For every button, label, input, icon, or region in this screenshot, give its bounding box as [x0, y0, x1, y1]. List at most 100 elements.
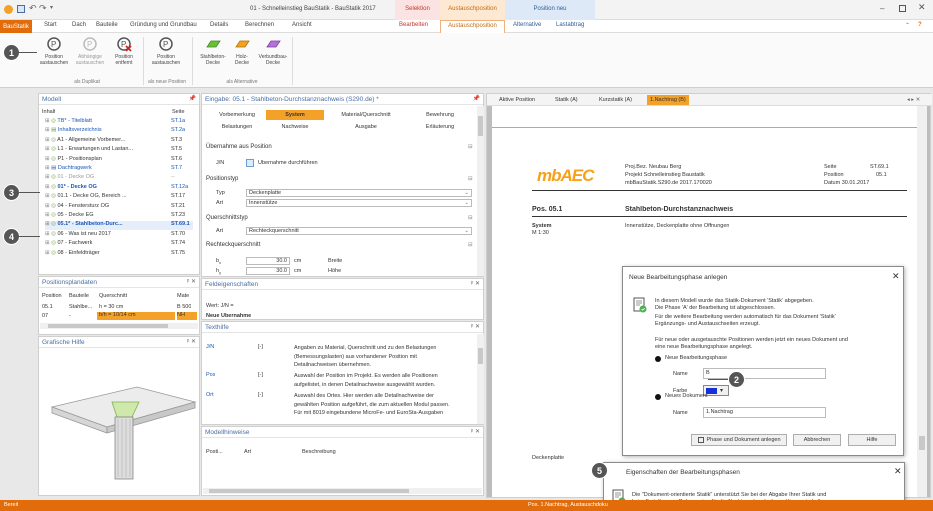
pin-close-icon[interactable]: ᵖ ✕ [187, 338, 196, 345]
pin-icon[interactable]: 📌 [473, 95, 480, 102]
table-cell[interactable]: Stahlbe... [69, 304, 92, 310]
tab-dach[interactable]: Dach [72, 22, 86, 28]
svg-text:P: P [163, 40, 168, 49]
tree-item[interactable]: ⊞ ◎ 05 - Decke EG ST.23 [45, 212, 193, 221]
pin-close-icon[interactable]: ᵖ ✕ [471, 323, 480, 330]
table-cell-selected[interactable]: NH [177, 312, 197, 320]
uebernahme-checkbox[interactable] [246, 159, 254, 167]
horizontal-scrollbar[interactable] [40, 323, 198, 329]
pin-close-icon[interactable]: ᵖ ✕ [187, 278, 196, 285]
abhaengige-austauschen-button[interactable]: P Abhängige austauschen [73, 36, 107, 66]
dialog-info: In diesem Modell wurde das Statik-Dokume… [655, 298, 814, 311]
position-austauschen-button[interactable]: P Position austauschen [37, 36, 71, 66]
collapse-icon[interactable]: ⊟ [468, 242, 473, 248]
document-name-input[interactable]: 1.Nachtrag [703, 407, 826, 418]
tab-berechnen[interactable]: Berechnen [245, 22, 274, 28]
stahlbeton-decke-button[interactable]: Stahlbeton- Decke [196, 36, 230, 66]
tree-item[interactable]: ⊞ ◎ A1 - Allgemeine Vorbemer... ST.3 [45, 137, 193, 146]
dialog-close-icon[interactable]: ✕ [892, 271, 900, 282]
tree-item[interactable]: ⊞ ◎ 01.1 - Decke OG, Bereich ... ST.17 [45, 193, 193, 202]
tab-bearbeiten[interactable]: Bearbeiten [399, 22, 428, 28]
doc-tab-statik[interactable]: Statik (A) [555, 97, 578, 103]
vertical-scrollbar[interactable] [917, 106, 927, 497]
tree-item[interactable]: ⊞ ▤ Dachtragwerk ST.7 [45, 165, 193, 174]
pin-close-icon[interactable]: ᵖ ✕ [471, 280, 480, 287]
button-label: Position austauschen [39, 54, 69, 66]
tab-lastabtrag[interactable]: Lastabtrag [556, 22, 584, 28]
vertical-scrollbar[interactable] [477, 106, 484, 276]
table-cell[interactable]: h = 30 cm [99, 304, 123, 310]
horizontal-scrollbar[interactable] [203, 488, 482, 494]
querschnitt-select[interactable]: Rechteckquerschnitt ⌄ [246, 227, 472, 235]
tab-belastungen[interactable]: Belastungen [208, 124, 266, 130]
abbrechen-button[interactable]: Abbrechen [793, 434, 841, 446]
position-austauschen-neu-button[interactable]: P Position austauschen [148, 36, 184, 66]
tab-erlaeuterung[interactable]: Erläuterung [408, 124, 472, 130]
tree-item[interactable]: ⊞ ◎ TB* - Titelblatt ST.1a [45, 118, 193, 127]
hilfe-button[interactable]: Hilfe [848, 434, 896, 446]
qat-dropdown-icon[interactable]: ▾ [50, 4, 53, 11]
tab-nachweise[interactable]: Nachweise [266, 124, 324, 130]
typ-select[interactable]: Deckenplatte ⌄ [246, 189, 472, 197]
radio-neue-phase[interactable] [655, 356, 661, 362]
tab-ansicht[interactable]: Ansicht [292, 22, 312, 28]
phase-name-input[interactable]: B [703, 368, 826, 379]
tab-baustatik[interactable]: BauStatik [0, 20, 32, 33]
ribbon-collapse-icon[interactable]: ⌃ [905, 22, 910, 29]
tab-start[interactable]: Start [44, 22, 57, 28]
bx-input[interactable]: 30.0 [246, 257, 290, 265]
close-icon[interactable]: ✕ [918, 2, 926, 13]
table-cell[interactable]: B 500 [177, 304, 191, 310]
help-icon[interactable]: ? [918, 22, 922, 28]
collapse-icon[interactable]: ⊟ [468, 215, 473, 221]
tree-item[interactable]: ⊞ ◎ 05.1* - Stahlbeton-Durc... ST.69.1 [45, 221, 193, 231]
tab-details[interactable]: Details [210, 22, 228, 28]
tree-item[interactable]: ⊞ ◎ 04 - Fenstersturz OG ST.21 [45, 203, 193, 212]
tree-item[interactable]: ⊞ ◎ 01* - Decke OG ST.12a [45, 184, 193, 193]
undo-icon[interactable]: ↶ [29, 3, 37, 14]
verbundbau-decke-button[interactable]: Verbundbau- Decke [256, 36, 290, 66]
tree-item[interactable]: ⊞ ◎ L1 - Erwartungen und Lastan... ST.5 [45, 146, 193, 155]
phase-dokument-anlegen-button[interactable]: Phase und Dokument anlegen [691, 434, 787, 446]
minimize-icon[interactable]: – [880, 4, 884, 13]
tab-vorbemerkung[interactable]: Vorbemerkung [208, 112, 266, 118]
maximize-icon[interactable] [899, 5, 906, 12]
pin-close-icon[interactable]: ᵖ ✕ [471, 428, 480, 435]
collapse-icon[interactable]: ⊟ [468, 176, 473, 182]
collapse-icon[interactable]: ⊟ [468, 144, 473, 150]
tab-gruendung[interactable]: Gründung und Grundbau [130, 22, 197, 28]
tab-system[interactable]: System [266, 110, 324, 120]
hy-input[interactable]: 30.0 [246, 267, 290, 275]
table-cell[interactable]: 07 [42, 313, 48, 319]
tab-ausgabe[interactable]: Ausgabe [326, 124, 406, 130]
tab-alternative[interactable]: Alternative [513, 22, 541, 28]
tab-bewehrung[interactable]: Bewehrung [408, 112, 472, 118]
position-entfernt-button[interactable]: P Position entfernt [109, 36, 139, 66]
doc-tab-aktive-position[interactable]: Aktive Position [499, 97, 535, 103]
tree-item-label: Dachtragwerk [57, 165, 92, 171]
tree-item[interactable]: ⊞ ◎ 01 - Decke OG -- [45, 174, 193, 183]
pin-icon[interactable]: 📌 [189, 95, 196, 102]
doc-tab-nachtrag[interactable]: 1.Nachtrag (B) [647, 95, 689, 105]
tree-item[interactable]: ⊞ ◎ 08 - Einfeldträger ST.75 [45, 250, 193, 259]
table-cell[interactable]: - [69, 313, 71, 319]
tab-austauschposition-active[interactable]: Austauschposition [440, 20, 505, 33]
tree-item[interactable]: ⊞ ◎ 06 - Was ist neu 2017 ST.70 [45, 231, 193, 240]
table-cell[interactable]: 05.1 [42, 304, 53, 310]
table-cell-selected[interactable]: b/h = 10/14 cm [97, 312, 175, 320]
tab-bauteile[interactable]: Bauteile [96, 22, 118, 28]
redo-icon[interactable]: ↷ [39, 3, 47, 14]
doc-tab-kurzstatik[interactable]: Kurzstatik (A) [599, 97, 632, 103]
tree-item[interactable]: ⊞ ◎ 07 - Fachwerk ST.74 [45, 240, 193, 249]
art-select[interactable]: Innenstütze ⌄ [246, 199, 472, 207]
tab-material[interactable]: Material/Querschnitt [326, 112, 406, 118]
holz-decke-button[interactable]: Holz- Decke [228, 36, 256, 66]
dialog-close-icon[interactable]: ✕ [894, 466, 902, 477]
tree-item[interactable]: ⊞ ▤ Inhaltsverzeichnis ST.2a [45, 127, 193, 136]
doc-nav-icon[interactable]: ◂ ▸ ✕ [907, 97, 920, 103]
radio-neues-dokument[interactable] [655, 394, 661, 400]
save-icon[interactable] [17, 5, 25, 13]
button-label: Stahlbeton- Decke [200, 54, 226, 66]
tree-item[interactable]: ⊞ ◎ P1 - Positionsplan ST.6 [45, 156, 193, 165]
vertical-scrollbar[interactable] [477, 334, 484, 424]
